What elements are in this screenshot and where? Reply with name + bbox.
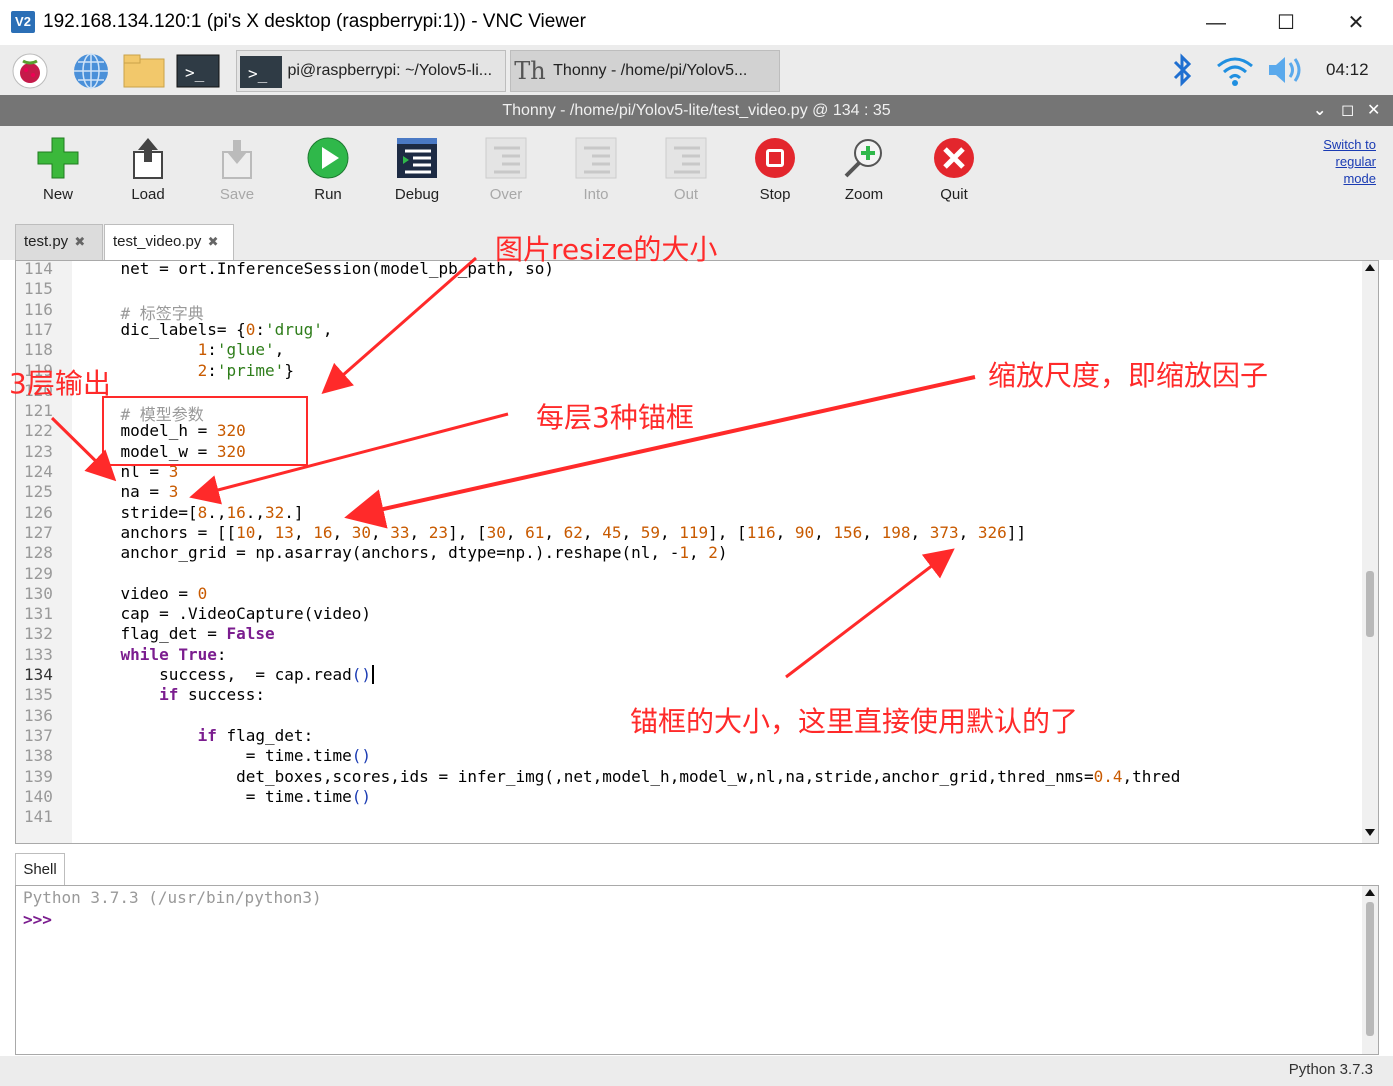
arrow-anchor-size	[785, 548, 955, 679]
arrow-resize	[321, 256, 477, 394]
annotation-anchors-per-layer: 每层3种锚框	[536, 401, 694, 434]
arrow-anchors-per-layer	[189, 412, 509, 505]
annotation-anchor-size: 锚框的大小，这里直接使用默认的了	[630, 705, 1079, 738]
annotation-resize: 图片resize的大小	[495, 233, 718, 266]
annotation-stride: 缩放尺度，即缩放因子	[988, 359, 1269, 392]
annotation-overlay	[50, 256, 976, 679]
highlight-box	[102, 396, 308, 466]
annotation-layers: 3层输出	[9, 367, 111, 400]
